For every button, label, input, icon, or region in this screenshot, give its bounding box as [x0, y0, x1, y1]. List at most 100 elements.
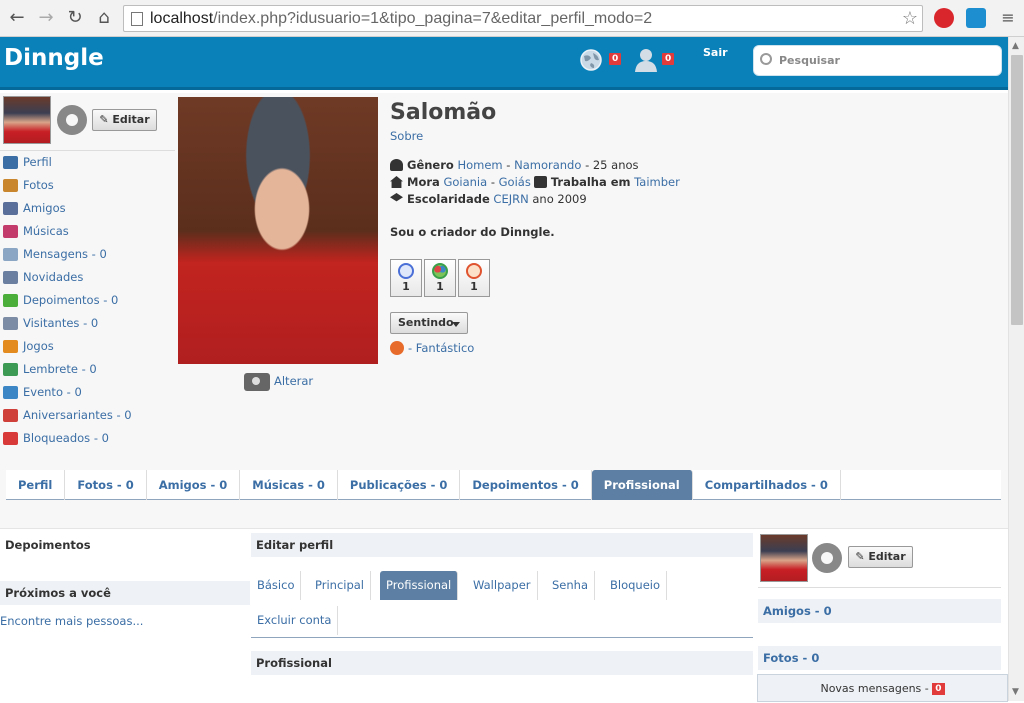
- works-label: Trabalha em: [550, 175, 631, 189]
- change-photo-link[interactable]: Alterar: [244, 371, 313, 391]
- subtab-wallpaper[interactable]: Wallpaper: [467, 571, 538, 600]
- tab-4[interactable]: Publicações - 0: [338, 470, 461, 500]
- back-icon[interactable]: ←: [6, 7, 28, 29]
- game-icon: [3, 340, 18, 353]
- mood-colors-button[interactable]: 1: [424, 259, 456, 297]
- sidebar-item-label: Depoimentos - 0: [23, 293, 119, 307]
- calendar-icon: [3, 386, 18, 399]
- profile-area: ✎ Editar Perfil Fotos Amigos Músicas Mensage…: [0, 93, 1008, 528]
- tab-5[interactable]: Depoimentos - 0: [460, 470, 592, 500]
- company-link[interactable]: Taimber: [634, 175, 680, 189]
- camera-icon: [244, 372, 270, 391]
- search-icon: [760, 53, 772, 65]
- subtab-profissional[interactable]: Profissional: [380, 571, 459, 600]
- sidebar-item[interactable]: Músicas: [0, 220, 175, 243]
- state-link[interactable]: Goiás: [499, 175, 531, 189]
- sidebar-item[interactable]: Bloqueados - 0: [0, 427, 175, 450]
- gender-line: Gênero Homem - Namorando - 25 anos: [390, 157, 639, 174]
- sidebar-item[interactable]: Visitantes - 0: [0, 312, 175, 335]
- feeling-text[interactable]: - Fantástico: [408, 341, 474, 355]
- search-input[interactable]: Pesquisar: [753, 45, 1002, 76]
- subtab-principal[interactable]: Principal: [309, 571, 372, 600]
- subtab-bloqueio[interactable]: Bloqueio: [604, 571, 668, 600]
- about-link[interactable]: Sobre: [390, 129, 423, 143]
- profile-photo[interactable]: [178, 97, 378, 364]
- sidebar-item[interactable]: Amigos: [0, 197, 175, 220]
- sidebar-item[interactable]: Fotos: [0, 174, 175, 197]
- logout-link[interactable]: Sair: [703, 46, 728, 59]
- change-photo-label: Alterar: [274, 374, 314, 388]
- sidebar-item[interactable]: Aniversariantes - 0: [0, 404, 175, 427]
- smile-face-icon: [466, 263, 482, 279]
- sidebar-item[interactable]: Novidades: [0, 266, 175, 289]
- sidebar-item[interactable]: Lembrete - 0: [0, 358, 175, 381]
- mood-happy-button[interactable]: 1: [390, 259, 422, 297]
- divider: [758, 587, 1001, 588]
- site-logo[interactable]: Dinngle: [4, 45, 104, 71]
- url-path: /index.php?idusuario=1&tipo_pagina=7&edi…: [213, 10, 653, 27]
- friend-requests-icon[interactable]: [633, 48, 659, 72]
- extension-icon[interactable]: [966, 8, 986, 28]
- address-bar[interactable]: localhost/index.php?idusuario=1&tipo_pag…: [123, 5, 923, 32]
- sidebar-item[interactable]: Mensagens - 0: [0, 243, 175, 266]
- sidebar-item-label: Perfil: [23, 155, 52, 169]
- sidebar-item-label: Bloqueados - 0: [23, 431, 109, 445]
- photos-section-link[interactable]: Fotos - 0: [758, 646, 1001, 670]
- subtab-excluir-conta[interactable]: Excluir conta: [251, 606, 339, 635]
- page-scrollbar[interactable]: ▲ ▼: [1008, 37, 1024, 701]
- settings-gear-icon[interactable]: [57, 105, 87, 135]
- scroll-up-icon[interactable]: ▲: [1012, 41, 1019, 51]
- feeling-dropdown-label: Sentindo: [398, 316, 454, 329]
- tab-6[interactable]: Profissional: [591, 470, 693, 500]
- friends-section-link[interactable]: Amigos - 0: [758, 599, 1001, 623]
- sidebar-item-label: Aniversariantes - 0: [23, 408, 132, 422]
- happy-face-icon: [398, 263, 414, 279]
- search-placeholder: Pesquisar: [779, 54, 840, 67]
- tab-0[interactable]: Perfil: [6, 470, 66, 500]
- globe-icon[interactable]: [579, 48, 605, 72]
- scroll-thumb[interactable]: [1011, 55, 1023, 325]
- bookmark-star-icon[interactable]: ☆: [902, 6, 918, 31]
- edit-profile-tabs: Básico Principal Profissional Wallpaper …: [251, 571, 753, 638]
- tab-2[interactable]: Amigos - 0: [147, 470, 241, 500]
- url-domain: localhost: [150, 10, 214, 27]
- profile-tabs: Perfil Fotos - 0 Amigos - 0 Músicas - 0 Publ…: [6, 470, 1001, 500]
- school-link[interactable]: CEJRN: [493, 192, 528, 206]
- reload-icon[interactable]: ↻: [64, 7, 86, 29]
- block-icon: [3, 432, 18, 445]
- mood-smile-button[interactable]: 1: [458, 259, 490, 297]
- tab-1[interactable]: Fotos - 0: [65, 470, 147, 500]
- avatar[interactable]: [760, 534, 808, 582]
- edit-button-label: Editar: [112, 113, 150, 126]
- city-link[interactable]: Goiania: [443, 175, 487, 189]
- edit-profile-heading: Editar perfil: [251, 533, 753, 557]
- new-messages-bar[interactable]: Novas mensagens - 0: [757, 674, 1008, 702]
- sidebar-item[interactable]: Jogos: [0, 335, 175, 358]
- home-icon[interactable]: ⌂: [93, 7, 115, 29]
- sidebar-item[interactable]: Depoimentos - 0: [0, 289, 175, 312]
- user-icon: [3, 156, 18, 169]
- feeling-dropdown[interactable]: Sentindo: [390, 312, 468, 334]
- settings-gear-icon[interactable]: [812, 543, 842, 573]
- scroll-down-icon[interactable]: ▼: [1012, 687, 1019, 697]
- adblock-extension-icon[interactable]: [934, 8, 954, 28]
- home-icon: [3, 317, 18, 330]
- edit-profile-button[interactable]: ✎ Editar: [92, 109, 157, 131]
- sidebar-item[interactable]: Evento - 0: [0, 381, 175, 404]
- relationship-link[interactable]: Namorando: [514, 158, 581, 172]
- menu-icon[interactable]: ≡: [997, 7, 1019, 29]
- notifications-badge: 0: [609, 53, 622, 65]
- gender-link[interactable]: Homem: [457, 158, 502, 172]
- tab-3[interactable]: Músicas - 0: [240, 470, 338, 500]
- sidebar-item[interactable]: Perfil: [0, 151, 175, 174]
- new-messages-label: Novas mensagens -: [820, 682, 929, 695]
- avatar[interactable]: [3, 96, 51, 144]
- subtab-basico[interactable]: Básico: [251, 571, 302, 600]
- find-more-people-link[interactable]: Encontre mais pessoas...: [0, 614, 143, 628]
- friends-icon: [3, 202, 18, 215]
- profile-name: Salomão: [390, 100, 497, 125]
- tab-7[interactable]: Compartilhados - 0: [693, 470, 841, 500]
- subtab-senha[interactable]: Senha: [546, 571, 595, 600]
- forward-icon[interactable]: →: [35, 7, 57, 29]
- edit-profile-button[interactable]: ✎ Editar: [848, 546, 913, 568]
